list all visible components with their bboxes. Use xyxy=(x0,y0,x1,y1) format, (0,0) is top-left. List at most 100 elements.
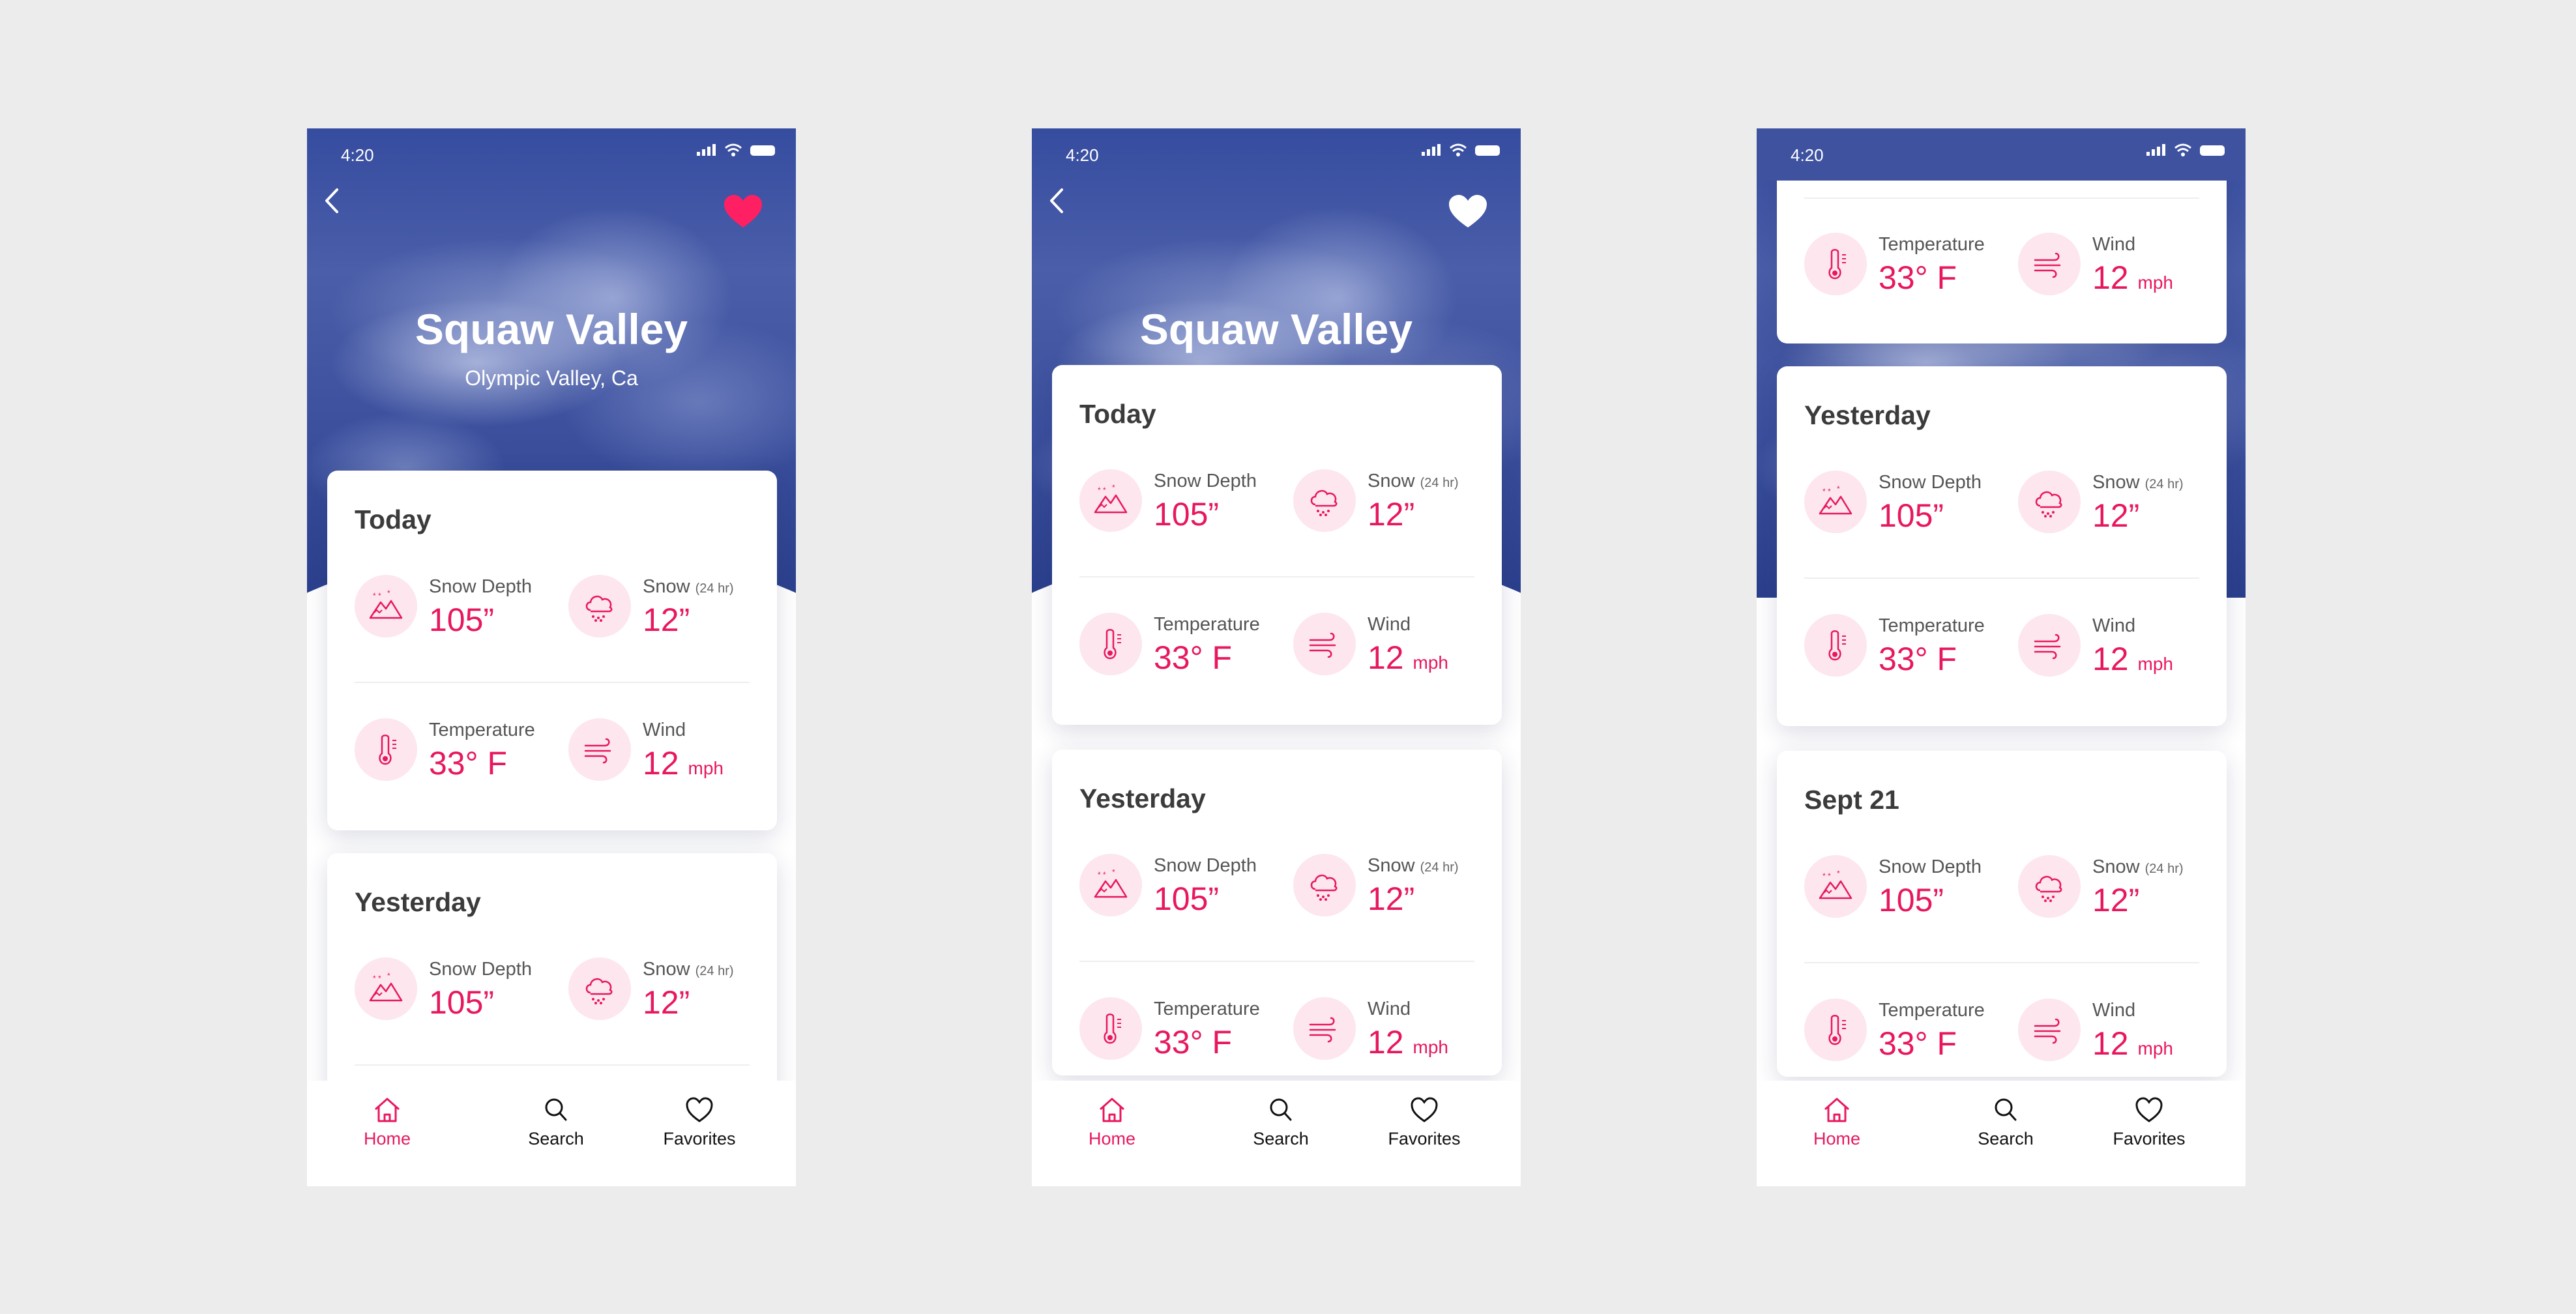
favorite-heart-icon[interactable] xyxy=(1448,194,1488,230)
metric-label: Temperature xyxy=(1154,999,1260,1019)
metric-label: Temperature xyxy=(429,720,535,740)
wind-icon xyxy=(2034,1018,2061,1044)
yesterday-card[interactable]: Yesterday * * * Snow Depth 105” Snow (24 … xyxy=(1777,366,2227,726)
mountain-snow-icon: * * * xyxy=(369,589,403,619)
metric-value: 12” xyxy=(1368,496,1415,533)
svg-text:* *: * * xyxy=(1822,487,1831,496)
home-icon xyxy=(1824,1098,1849,1122)
heart-outline-icon xyxy=(1411,1097,1438,1122)
snow-cloud-icon xyxy=(1310,489,1338,516)
metric-value: 105” xyxy=(1879,497,1944,534)
metric-value: 12 mph xyxy=(1368,639,1448,676)
back-chevron-icon[interactable] xyxy=(1044,184,1070,217)
home-icon xyxy=(375,1098,400,1122)
wind-icon xyxy=(1309,1017,1336,1043)
metric-value: 33° F xyxy=(1154,1024,1233,1060)
divider xyxy=(355,1064,750,1066)
metric-label: Temperature xyxy=(1154,614,1260,635)
metric-label: Snow Depth xyxy=(1879,472,1982,493)
metric-value: 12” xyxy=(2092,882,2140,918)
battery-icon xyxy=(750,145,775,156)
status-time: 4:20 xyxy=(1791,145,1824,165)
card-title: Yesterday xyxy=(1804,400,1931,430)
metric-value: 33° F xyxy=(1879,641,1957,677)
svg-text:* *: * * xyxy=(1098,870,1106,879)
mountain-snow-icon: * * * xyxy=(369,971,403,1002)
home-icon xyxy=(1100,1098,1124,1122)
resort-location: Olympic Valley, Ca xyxy=(465,366,638,390)
heart-outline-icon xyxy=(2135,1097,2163,1122)
svg-text:*: * xyxy=(1112,483,1115,492)
metric-label: Snow Depth xyxy=(429,959,532,980)
yesterday-card[interactable]: Yesterday * * * Snow Depth 105” Snow (24 … xyxy=(1052,750,1502,1075)
search-icon xyxy=(1270,1098,1292,1121)
wind-icon xyxy=(584,738,611,764)
favorite-heart-icon[interactable] xyxy=(723,194,763,230)
bottom-nav: Home Search Favorites xyxy=(1032,1081,1521,1186)
nav-search[interactable]: Search xyxy=(1235,1096,1326,1149)
divider xyxy=(1079,576,1474,577)
nav-favorites[interactable]: Favorites xyxy=(2103,1096,2195,1149)
metric-value: 33° F xyxy=(1879,259,1957,296)
mountain-snow-icon: * * * xyxy=(1819,869,1852,899)
mountain-snow-icon: * * * xyxy=(1094,868,1128,898)
wind-icon xyxy=(2034,252,2061,278)
status-time: 4:20 xyxy=(1066,145,1099,165)
metric-value: 12 mph xyxy=(2092,641,2173,677)
svg-text:*: * xyxy=(1837,869,1840,878)
metric-label: Snow Depth xyxy=(429,576,532,597)
svg-text:* *: * * xyxy=(1098,486,1106,495)
nav-search[interactable]: Search xyxy=(1960,1096,2051,1149)
nav-home[interactable]: Home xyxy=(1791,1096,1882,1149)
phone-screen-2: 4:20 Squaw Valley Today * * * Snow Depth … xyxy=(1032,128,1521,1186)
phone-screen-3: Temperature 33° F Wind 12 mph Yesterday … xyxy=(1757,128,2246,1186)
nav-home[interactable]: Home xyxy=(342,1096,433,1149)
metric-value: 33° F xyxy=(429,745,508,781)
thermometer-icon xyxy=(1104,1014,1121,1044)
metric-value: 12 mph xyxy=(643,745,724,781)
metric-value: 105” xyxy=(1154,881,1220,917)
metric-value: 105” xyxy=(429,602,495,638)
thermometer-icon xyxy=(379,735,396,765)
wind-icon xyxy=(2034,634,2061,660)
metric-label: Snow Depth xyxy=(1879,856,1982,877)
today-card[interactable]: Today * * * Snow Depth 105” Snow (24 hr) … xyxy=(1052,365,1502,725)
back-chevron-icon[interactable] xyxy=(319,184,345,217)
metric-label: Temperature xyxy=(1879,1000,1985,1021)
metric-label: Temperature xyxy=(1879,615,1985,636)
svg-text:*: * xyxy=(387,589,390,598)
metric-label: Wind xyxy=(1368,999,1411,1019)
sept-21-card[interactable]: Sept 21 * * * Snow Depth 105” Snow (24 hr… xyxy=(1777,751,2227,1077)
bottom-nav: Home Search Favorites xyxy=(1757,1081,2246,1186)
snow-cloud-icon xyxy=(585,595,613,622)
phone-screen-1: 4:20 Squaw Valley Olympic Valley, Ca Tod… xyxy=(307,128,796,1186)
nav-search[interactable]: Search xyxy=(510,1096,602,1149)
signal-icon xyxy=(1422,144,1441,156)
divider xyxy=(1079,961,1474,962)
metric-label: Snow (24 hr) xyxy=(1368,855,1459,876)
metric-label: Snow (24 hr) xyxy=(1368,471,1459,491)
wifi-icon xyxy=(1450,143,1467,156)
thermometer-icon xyxy=(1828,630,1846,661)
status-bar: 4:20 xyxy=(307,128,796,181)
metric-label: Snow Depth xyxy=(1154,855,1257,876)
thermometer-icon xyxy=(1104,629,1121,660)
metric-value: 12 mph xyxy=(1368,1024,1448,1060)
divider xyxy=(355,682,750,683)
metric-label: Snow (24 hr) xyxy=(2092,856,2184,877)
nav-home[interactable]: Home xyxy=(1066,1096,1158,1149)
card-title: Sept 21 xyxy=(1804,785,1899,815)
metric-value: 33° F xyxy=(1154,639,1233,676)
signal-icon xyxy=(697,144,716,156)
nav-favorites[interactable]: Favorites xyxy=(1379,1096,1470,1149)
today-card[interactable]: Today * * * Snow Depth 105” Snow (24 hr) … xyxy=(327,471,777,830)
metric-label: Wind xyxy=(2092,1000,2136,1021)
metric-value: 12” xyxy=(643,984,690,1021)
metric-label: Temperature xyxy=(1879,234,1985,255)
metric-label: Snow (24 hr) xyxy=(643,576,734,597)
resort-title: Squaw Valley xyxy=(415,305,688,353)
metric-value: 12” xyxy=(2092,497,2140,534)
card-title: Yesterday xyxy=(355,887,481,917)
nav-favorites[interactable]: Favorites xyxy=(654,1096,745,1149)
metric-label: Snow (24 hr) xyxy=(643,959,734,980)
